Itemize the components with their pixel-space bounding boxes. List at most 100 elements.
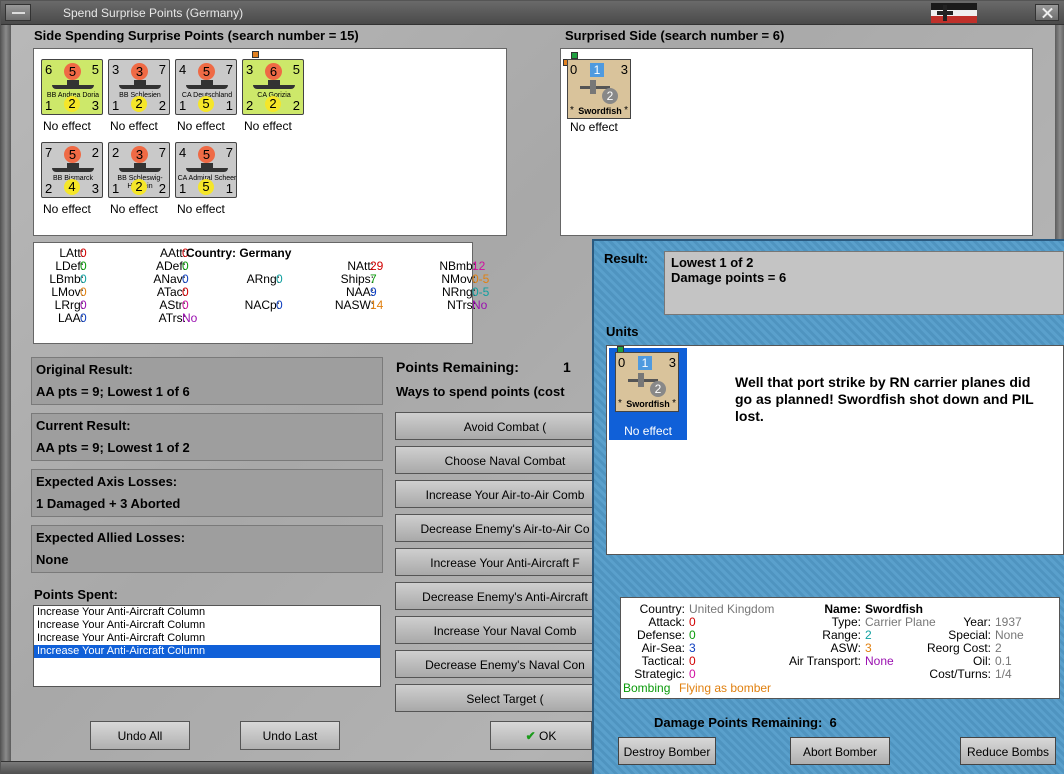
surprised-side-header: Surprised Side (search number = 6) — [565, 28, 785, 43]
counter-value: 3 — [91, 181, 99, 196]
unit-info-panel: Country: United Kingdom Attack: 0 Defens… — [620, 597, 1060, 699]
increase-anti-aircraft-button[interactable]: Increase Your Anti-Aircraft F — [395, 548, 615, 576]
swordfish-counter[interactable]: 0 1 3 2 * Swordfish * — [567, 59, 631, 119]
list-item[interactable]: Increase Your Anti-Aircraft Column — [34, 606, 380, 619]
combat-result-popup: Result: Lowest 1 of 2 Damage points = 6 … — [592, 239, 1064, 774]
axis-losses-box: Expected Axis Losses: 1 Damaged + 3 Abort… — [31, 469, 383, 517]
counter-value: 3 — [131, 63, 148, 80]
counter-value: 7 — [225, 62, 233, 77]
status-marker-icon — [252, 51, 259, 58]
decrease-enemy-air-to-air-button[interactable]: Decrease Enemy's Air-to-Air Co — [395, 514, 615, 542]
stat-value: 0 — [80, 259, 87, 273]
counter-value: 5 — [91, 62, 99, 77]
points-spent-list[interactable]: Increase Your Anti-Aircraft Column Incre… — [33, 605, 381, 687]
stat-value: 0 — [80, 272, 87, 286]
list-item[interactable]: Increase Your Anti-Aircraft Column — [34, 632, 380, 645]
stat-label: LBmb: — [49, 272, 84, 286]
system-menu-button[interactable] — [5, 4, 31, 21]
damage-points-remaining: Damage Points Remaining: 6 — [654, 715, 837, 730]
select-target-button[interactable]: Select Target ( — [395, 684, 615, 712]
abort-bomber-button[interactable]: Abort Bomber — [790, 737, 890, 765]
increase-naval-combat-button[interactable]: Increase Your Naval Comb — [395, 616, 615, 644]
unit-effect: No effect — [624, 424, 672, 438]
unit-effect: No effect — [570, 120, 618, 134]
stat-value: 14 — [370, 298, 384, 312]
avoid-combat-button[interactable]: Avoid Combat ( — [395, 412, 615, 440]
counter-value: 7 — [158, 145, 166, 160]
unit-effect: No effect — [177, 202, 225, 216]
close-button[interactable] — [1035, 4, 1059, 21]
ship-counter[interactable]: 655BB Andrea Doria123 — [41, 59, 103, 115]
counter-value: 2 — [292, 98, 300, 113]
window-title: Spend Surprise Points (Germany) — [63, 6, 244, 20]
ship-icon — [186, 80, 228, 90]
stat-value: 0 — [80, 298, 87, 312]
ok-button[interactable]: ✔ OK — [490, 721, 592, 750]
ship-counter[interactable]: 3 6 5 CA Gorizia 2 2 2 — [242, 59, 304, 115]
ship-counter[interactable]: 4 5 7 CA Deutschland 1 5 1 — [175, 59, 237, 115]
counter-value: 3 — [112, 62, 120, 77]
swordfish-counter[interactable]: 0 1 3 2 * Swordfish * — [615, 352, 679, 412]
counter-value: 4 — [64, 179, 80, 195]
left-frame — [1, 25, 11, 765]
title-bar: Spend Surprise Points (Germany) — [1, 1, 1064, 25]
ship-counter[interactable]: 4 5 7 CA Admiral Scheer 1 5 1 — [175, 142, 237, 198]
counter-value: 1 — [179, 98, 187, 113]
stat-label: NACp: — [244, 298, 280, 312]
star-icon: * — [672, 398, 676, 409]
ship-icon — [52, 163, 94, 173]
status-marker-icon — [571, 52, 578, 59]
choose-naval-combat-button[interactable]: Choose Naval Combat — [395, 446, 615, 474]
ship-counter[interactable]: 237BB Schleswig-Holstein122 — [108, 142, 170, 198]
check-icon: ✔ — [525, 729, 536, 743]
list-item[interactable]: Increase Your Anti-Aircraft Column — [34, 645, 380, 658]
ship-counter[interactable]: 7 5 2 BB Bismarck 2 4 3 — [41, 142, 103, 198]
counter-value: 7 — [225, 145, 233, 160]
undo-last-button[interactable]: Undo Last — [240, 721, 340, 750]
counter-value: 2 — [45, 181, 53, 196]
result-line-1: Lowest 1 of 2 — [671, 255, 754, 270]
ship-icon — [52, 80, 94, 90]
popup-result-box: Lowest 1 of 2 Damage points = 6 — [664, 251, 1064, 315]
counter-value: 2 — [158, 98, 166, 113]
popup-result-label: Result: — [604, 251, 649, 266]
undo-all-button[interactable]: Undo All — [90, 721, 190, 750]
counter-value: 5 — [198, 63, 215, 80]
stat-value: 0 — [80, 311, 87, 325]
stat-label: NMov: — [441, 272, 476, 286]
spending-units-panel: 655BB Andrea Doria123 No effect 337BB Schl… — [33, 48, 507, 236]
counter-value: 5 — [198, 96, 214, 112]
popup-units-label: Units — [606, 324, 639, 339]
stat-value: 0 — [80, 285, 87, 299]
unit-effect: No effect — [244, 119, 292, 133]
current-result-box: Current Result: AA pts = 9; Lowest 1 of 2 — [31, 413, 383, 461]
stat-label: NASW: — [334, 298, 374, 312]
counter-value: 2 — [246, 98, 254, 113]
country-line: Country: Germany — [186, 246, 292, 260]
list-item[interactable]: Increase Your Anti-Aircraft Column — [34, 619, 380, 632]
destroy-bomber-button[interactable]: Destroy Bomber — [618, 737, 716, 765]
decrease-enemy-anti-aircraft-button[interactable]: Decrease Enemy's Anti-Aircraft — [395, 582, 615, 610]
counter-value: 4 — [179, 62, 187, 77]
decrease-enemy-naval-combat-button[interactable]: Decrease Enemy's Naval Con — [395, 650, 615, 678]
stat-label: NBmb: — [439, 259, 476, 273]
stat-value: 0 — [182, 285, 189, 299]
ship-counter[interactable]: 3 3 7 BB Schlesien 1 2 2 — [108, 59, 170, 115]
counter-value: 1 — [225, 98, 233, 113]
surprised-units-panel: 0 1 3 2 * Swordfish * No effect — [560, 48, 1033, 236]
counter-value: 1 — [112, 98, 120, 113]
increase-air-to-air-button[interactable]: Increase Your Air-to-Air Comb — [395, 480, 615, 508]
player-note: Well that port strike by RN carrier plan… — [735, 374, 1034, 424]
counter-value: 6 — [265, 63, 282, 80]
ship-icon — [119, 163, 161, 173]
counter-value: 1 — [179, 181, 187, 196]
reduce-bombs-button[interactable]: Reduce Bombs — [960, 737, 1056, 765]
counter-value: 1 — [45, 98, 53, 113]
stat-value: 0 — [276, 298, 283, 312]
counter-value: 2 — [112, 145, 120, 160]
stat-value: 12 — [472, 259, 486, 273]
stat-value: 7 — [370, 272, 377, 286]
star-icon: * — [624, 105, 628, 116]
ways-to-spend-label: Ways to spend points (cost — [396, 384, 565, 399]
stat-value: 0 — [80, 246, 87, 260]
